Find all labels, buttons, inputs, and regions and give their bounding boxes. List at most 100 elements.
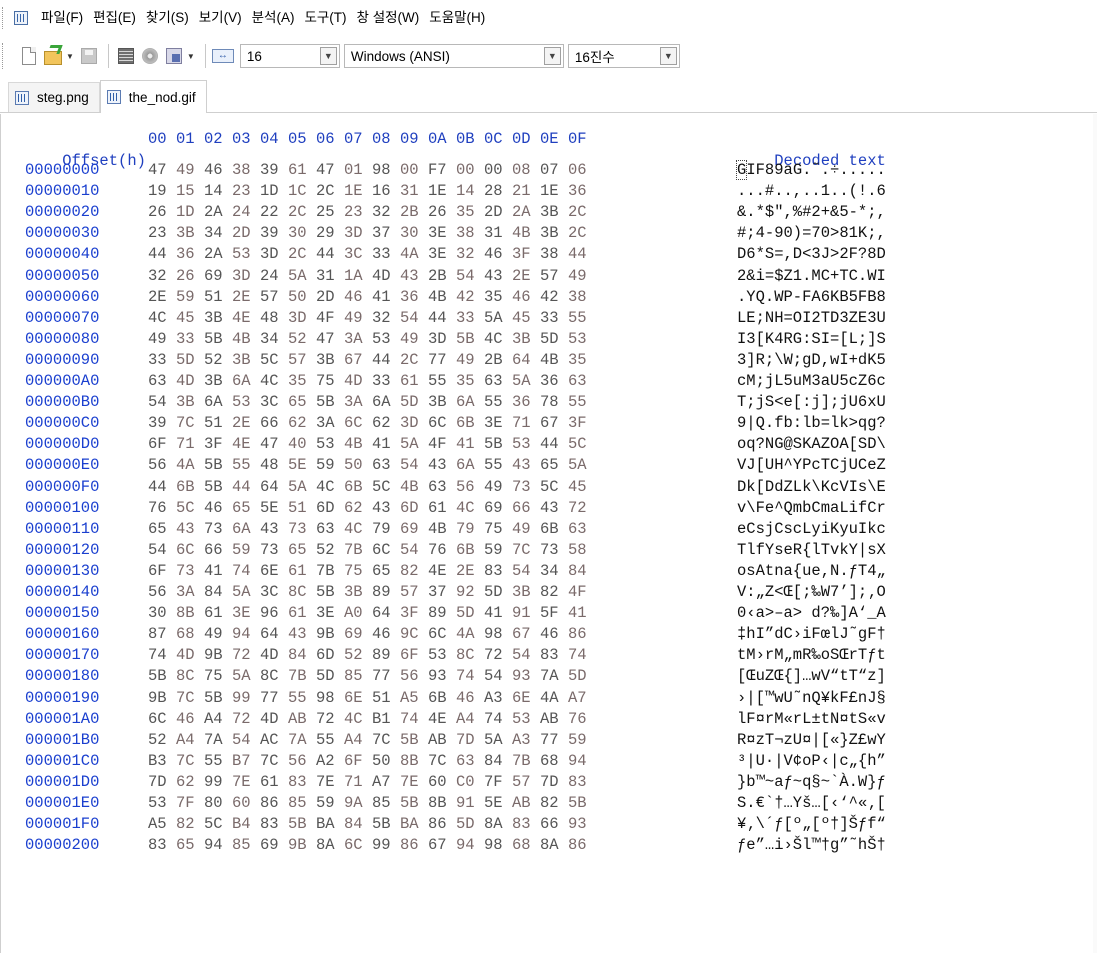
hex-byte-cell[interactable]: 54: [484, 665, 512, 687]
hex-byte-cell[interactable]: 5A: [484, 729, 512, 751]
row-bytes[interactable]: 47 49 46 38 39 61 47 01 98 00 F7 00 00 08 07 06: [148, 159, 596, 181]
hex-byte-cell[interactable]: 89: [428, 602, 456, 624]
hex-byte-cell[interactable]: 23: [148, 222, 176, 244]
hex-byte-cell[interactable]: 74: [148, 644, 176, 666]
menu-analysis[interactable]: 분석(A): [247, 6, 300, 30]
hex-byte-cell[interactable]: 73: [204, 518, 232, 540]
hex-byte-cell[interactable]: 32: [372, 307, 400, 329]
hex-byte-cell[interactable]: 86: [400, 834, 428, 856]
hex-byte-cell[interactable]: 5A: [400, 433, 428, 455]
hex-byte-cell[interactable]: 6B: [344, 476, 372, 498]
hex-byte-cell[interactable]: 5E: [260, 497, 288, 519]
row-decoded-text[interactable]: 9|Q.fb:lb=lk>qg?: [737, 412, 886, 434]
hex-byte-cell[interactable]: 7A: [288, 729, 316, 751]
hex-byte-cell[interactable]: 67: [428, 834, 456, 856]
row-bytes[interactable]: 6F 73 41 74 6E 61 7B 75 65 82 4E 2E 83 54 34 84: [148, 560, 596, 582]
hex-byte-cell[interactable]: 50: [344, 454, 372, 476]
row-decoded-text[interactable]: ›|[™wU˜nQ¥kF£nJ§: [737, 687, 886, 709]
hex-byte-cell[interactable]: 4B: [232, 328, 260, 350]
hex-byte-cell[interactable]: 69: [344, 623, 372, 645]
hex-byte-cell[interactable]: 65: [148, 518, 176, 540]
hex-byte-cell[interactable]: 47: [260, 433, 288, 455]
hex-byte-cell[interactable]: 9A: [344, 792, 372, 814]
hex-byte-cell[interactable]: 3F: [204, 433, 232, 455]
hex-byte-cell[interactable]: 9B: [204, 644, 232, 666]
chevron-down-icon[interactable]: ▼: [543, 47, 561, 65]
hex-byte-cell[interactable]: 62: [176, 771, 204, 793]
hex-byte-cell[interactable]: 64: [372, 602, 400, 624]
hex-byte-cell[interactable]: 26: [428, 201, 456, 223]
row-bytes[interactable]: 2E 59 51 2E 57 50 2D 46 41 36 4B 42 35 46 42 38: [148, 286, 596, 308]
row-decoded-text[interactable]: ¥‚\´ƒ[º„[º†]Šƒf“: [737, 813, 886, 835]
hex-byte-cell[interactable]: 33: [456, 307, 484, 329]
hex-byte-cell[interactable]: 6A: [232, 370, 260, 392]
hex-byte-cell[interactable]: 3B: [176, 222, 204, 244]
hex-byte-cell[interactable]: 14: [456, 180, 484, 202]
hex-byte-cell[interactable]: 1E: [344, 180, 372, 202]
hex-byte-cell[interactable]: 3F: [568, 412, 596, 434]
hex-byte-cell[interactable]: 44: [540, 433, 568, 455]
row-bytes[interactable]: 54 3B 6A 53 3C 65 5B 3A 6A 5D 3B 6A 55 36 78 55: [148, 391, 596, 413]
hex-byte-cell[interactable]: 45: [512, 307, 540, 329]
row-bytes[interactable]: 39 7C 51 2E 66 62 3A 6C 62 3D 6C 6B 3E 71 67 3F: [148, 412, 596, 434]
hex-byte-cell[interactable]: 52: [204, 349, 232, 371]
hex-byte-cell[interactable]: 5D: [316, 665, 344, 687]
hex-byte-cell[interactable]: 19: [148, 180, 176, 202]
hex-byte-cell[interactable]: 2E: [232, 286, 260, 308]
hex-byte-cell[interactable]: 61: [204, 602, 232, 624]
hex-byte-cell[interactable]: 43: [372, 497, 400, 519]
hex-byte-cell[interactable]: 8B: [400, 750, 428, 772]
hex-byte-cell[interactable]: 59: [484, 539, 512, 561]
menu-help[interactable]: 도움말(H): [424, 6, 490, 30]
hex-byte-cell[interactable]: 43: [540, 497, 568, 519]
hex-byte-cell[interactable]: 5A: [288, 265, 316, 287]
hex-byte-cell[interactable]: 51: [372, 687, 400, 709]
hex-byte-cell[interactable]: 5A: [484, 307, 512, 329]
chevron-down-icon[interactable]: ▼: [319, 47, 337, 65]
hex-byte-cell[interactable]: 8B: [428, 792, 456, 814]
hex-byte-cell[interactable]: 77: [260, 687, 288, 709]
row-bytes[interactable]: 76 5C 46 65 5E 51 6D 62 43 6D 61 4C 69 66 43 72: [148, 497, 596, 519]
hex-byte-cell[interactable]: 8A: [484, 813, 512, 835]
hex-byte-cell[interactable]: 53: [512, 433, 540, 455]
hex-byte-cell[interactable]: B1: [372, 708, 400, 730]
row-decoded-text[interactable]: Dk[DdZLk\KcVIs\E: [737, 476, 886, 498]
hex-byte-cell[interactable]: 53: [428, 644, 456, 666]
row-bytes[interactable]: 32 26 69 3D 24 5A 31 1A 4D 43 2B 54 43 2E 57 49: [148, 265, 596, 287]
hex-byte-cell[interactable]: 7B: [316, 560, 344, 582]
hex-byte-cell[interactable]: 53: [512, 708, 540, 730]
hex-byte-cell[interactable]: 6B: [456, 539, 484, 561]
hex-byte-cell[interactable]: 5D: [540, 328, 568, 350]
hex-byte-cell[interactable]: 63: [148, 370, 176, 392]
hex-byte-cell[interactable]: 46: [176, 708, 204, 730]
hex-byte-cell[interactable]: 49: [344, 307, 372, 329]
hex-byte-cell[interactable]: 8C: [260, 665, 288, 687]
hex-byte-cell[interactable]: 57: [288, 349, 316, 371]
hex-byte-cell[interactable]: 6F: [148, 560, 176, 582]
hex-byte-cell[interactable]: 44: [148, 476, 176, 498]
hex-byte-cell[interactable]: 5B: [372, 813, 400, 835]
hex-byte-cell[interactable]: 1A: [344, 265, 372, 287]
hex-byte-cell[interactable]: 3A: [176, 581, 204, 603]
hex-byte-cell[interactable]: 55: [428, 370, 456, 392]
row-decoded-text[interactable]: ‡hI”dC›iFœlJ˜gF†: [737, 623, 886, 645]
hex-byte-cell[interactable]: 56: [148, 454, 176, 476]
hex-byte-cell[interactable]: BA: [400, 813, 428, 835]
hex-byte-cell[interactable]: 44: [428, 307, 456, 329]
grid-button[interactable]: [115, 45, 137, 67]
hex-byte-cell[interactable]: 53: [316, 433, 344, 455]
hex-byte-cell[interactable]: 3B: [176, 391, 204, 413]
hex-byte-cell[interactable]: 93: [428, 665, 456, 687]
hex-byte-cell[interactable]: 73: [512, 476, 540, 498]
hex-byte-cell[interactable]: 4C: [456, 497, 484, 519]
hex-byte-cell[interactable]: 98: [484, 834, 512, 856]
row-bytes[interactable]: 44 6B 5B 44 64 5A 4C 6B 5C 4B 63 56 49 73 5C 45: [148, 476, 596, 498]
hex-byte-cell[interactable]: A4: [176, 729, 204, 751]
hex-byte-cell[interactable]: 53: [232, 391, 260, 413]
hex-byte-cell[interactable]: 50: [288, 286, 316, 308]
hex-byte-cell[interactable]: 5B: [204, 454, 232, 476]
hex-byte-cell[interactable]: 43: [484, 265, 512, 287]
hex-byte-cell[interactable]: 46: [204, 497, 232, 519]
hex-byte-cell[interactable]: 49: [148, 328, 176, 350]
row-bytes[interactable]: 83 65 94 85 69 9B 8A 6C 99 86 67 94 98 68 8A 86: [148, 834, 596, 856]
